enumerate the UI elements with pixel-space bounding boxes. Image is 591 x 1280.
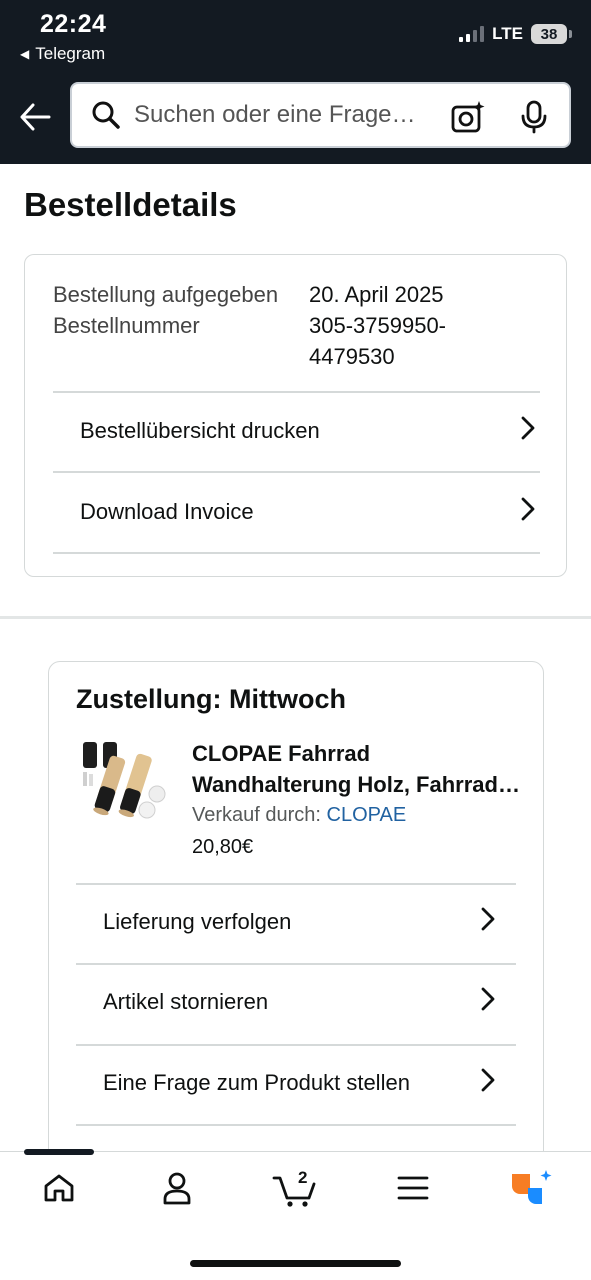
back-app-label: Telegram [35,44,106,63]
seller-info: Verkauf durch: CLOPAE [192,804,406,827]
nav-home[interactable] [29,1168,89,1212]
status-indicators: LTE 38 [459,24,572,44]
home-indicator [190,1260,401,1267]
shipment-card: Zustellung: Mittwoch CLOPAE Fahrrad Wand… [48,661,544,1181]
chevron-right-icon [520,496,536,528]
microphone-icon[interactable] [515,98,553,136]
download-invoice-label: Download Invoice [80,499,254,524]
back-triangle-icon: ◀ [20,47,30,61]
bottom-nav: 2 [0,1149,591,1280]
cancel-item-link[interactable]: Artikel stornieren [76,963,516,1041]
cart-icon: 2 [272,1168,318,1208]
download-invoice-link[interactable]: Download Invoice [53,473,540,551]
search-input[interactable] [134,101,434,129]
active-tab-indicator [24,1149,94,1155]
product-image[interactable] [77,738,171,832]
product-title-line2: Wandhalterung Holz, Fahrrad Wandhalterun… [192,772,522,797]
ask-product-question-label: Eine Frage zum Produkt stellen [103,1070,410,1095]
cancel-item-label: Artikel stornieren [103,989,269,1014]
nav-rufus[interactable] [500,1168,560,1212]
search-icon [84,93,128,137]
ask-product-question-link[interactable]: Eine Frage zum Produkt stellen [76,1044,516,1122]
search-bar[interactable] [70,82,571,148]
order-number-value: 305-3759950- 4479530 [309,313,447,369]
delivery-title: Zustellung: Mittwoch [76,684,346,714]
status-time: 22:24 [40,10,107,38]
product-title-line1: CLOPAE Fahrrad [192,741,371,766]
app-header: 22:24 ◀ Telegram LTE 38 [0,0,591,164]
menu-icon [397,1175,429,1206]
order-info: Bestellung aufgegeben Bestellnummer 20. … [53,279,543,372]
product-price: 20,80€ [192,836,254,858]
rufus-icon [508,1168,552,1213]
signal-icon [459,26,485,42]
battery-icon: 38 [531,24,572,44]
order-info-card: Bestellung aufgegeben Bestellnummer 20. … [24,254,567,577]
back-arrow-icon[interactable] [16,98,54,136]
chevron-right-icon [480,906,496,938]
divider [53,552,540,554]
track-delivery-link[interactable]: Lieferung verfolgen [76,883,516,961]
account-icon [161,1171,193,1210]
cart-count-badge: 2 [298,1168,308,1187]
print-order-summary-label: Bestellübersicht drucken [80,418,320,443]
nav-cart[interactable]: 2 [265,1168,325,1212]
nav-menu[interactable] [383,1168,443,1212]
chevron-right-icon [480,986,496,1018]
section-divider [0,616,591,619]
track-delivery-label: Lieferung verfolgen [103,909,292,934]
product-title[interactable]: CLOPAE Fahrrad Wandhalterung Holz, Fahrr… [192,738,522,800]
divider [76,1124,516,1126]
order-placed-value: 20. April 2025 [309,282,444,307]
camera-search-icon[interactable] [449,98,487,136]
nav-account[interactable] [147,1168,207,1212]
order-placed-label: Bestellung aufgegeben [53,282,279,307]
home-icon [43,1173,75,1208]
order-number-label: Bestellnummer [53,313,200,338]
seller-label: Verkauf durch: [192,804,321,826]
chevron-right-icon [520,415,536,447]
print-order-summary-link[interactable]: Bestellübersicht drucken [53,392,540,470]
network-type: LTE [492,24,523,43]
page-title: Bestelldetails [24,186,237,223]
chevron-right-icon [480,1067,496,1099]
seller-link[interactable]: CLOPAE [327,804,407,826]
back-to-app-link[interactable]: ◀ Telegram [20,44,105,64]
